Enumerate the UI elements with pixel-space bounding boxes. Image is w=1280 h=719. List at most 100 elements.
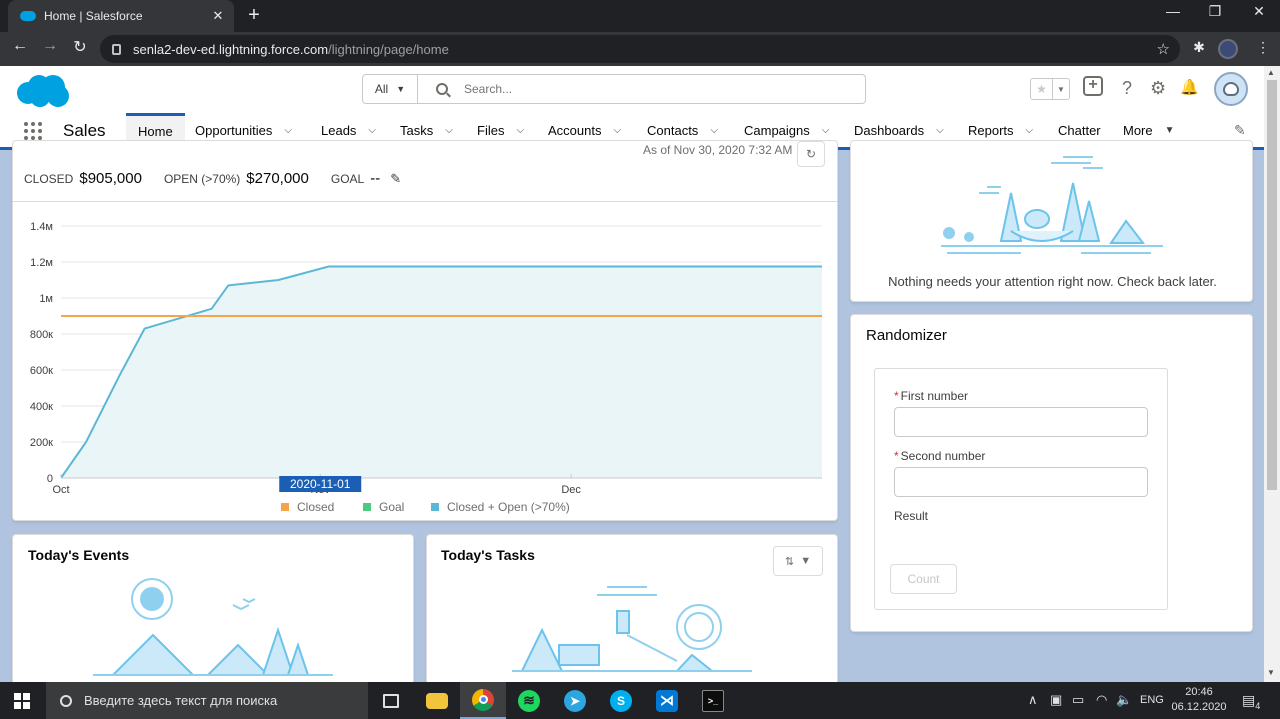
nav-item-label: Campaigns [744, 122, 810, 138]
browser-tab-bar: Home | Salesforce ✕ + — ❐ ✕ [0, 0, 1280, 32]
sort-icon: ⇅ [784, 555, 795, 568]
chevron-down-icon[interactable]: ▼ [1165, 125, 1175, 136]
windows-start-icon[interactable] [14, 693, 30, 709]
tasks-card: Today's Tasks ⇅ ▼ [426, 534, 838, 694]
chevron-down-icon[interactable]: ⌵ [1026, 125, 1034, 136]
chevron-down-icon[interactable]: ⌵ [710, 125, 718, 136]
events-title: Today's Events [28, 547, 130, 563]
window-close-button[interactable]: ✕ [1244, 3, 1274, 20]
favorites-control[interactable]: ★ ▼ [1030, 78, 1070, 100]
chevron-down-icon[interactable]: ⌵ [445, 125, 453, 136]
chevron-down-icon[interactable]: ⌵ [516, 125, 524, 136]
tray-expand-icon[interactable]: ∧ [1028, 692, 1038, 708]
nav-item-label: Leads [321, 122, 357, 138]
first-number-label-text: First number [900, 389, 969, 403]
nav-item-label: More [1123, 122, 1153, 138]
y-tick-label: 800к [30, 329, 53, 341]
bookmark-star-icon[interactable]: ☆ [1157, 40, 1170, 58]
hammock-illustration [941, 156, 1163, 254]
app-launcher-icon[interactable] [24, 122, 42, 140]
edit-nav-icon[interactable]: ✎ [1234, 122, 1246, 139]
search-scope-label: All [374, 82, 389, 96]
scroll-thumb[interactable] [1267, 80, 1277, 490]
help-icon[interactable]: ? [1122, 78, 1132, 99]
add-icon[interactable]: + [1083, 76, 1103, 96]
nav-item-label: Reports [968, 122, 1014, 138]
tab-title: Home | Salesforce [44, 9, 143, 23]
second-number-label: * Second number [894, 449, 985, 463]
new-tab-button[interactable]: + [244, 4, 264, 27]
vscode-icon[interactable]: ⋊ [644, 682, 690, 719]
notifications-icon[interactable]: ▤4 [1242, 692, 1260, 711]
browser-tab[interactable]: Home | Salesforce ✕ [8, 0, 234, 32]
chrome-icon[interactable] [460, 682, 506, 719]
beach-illustration [512, 586, 752, 672]
back-icon[interactable]: ← [8, 37, 32, 55]
camping-illustration [93, 578, 333, 676]
restore-button[interactable]: ❐ [1200, 3, 1230, 20]
required-mark: * [894, 449, 899, 463]
file-explorer-icon[interactable] [414, 682, 460, 719]
chevron-down-icon[interactable]: ⌵ [613, 125, 621, 136]
taskbar-clock[interactable]: 20:46 06.12.2020 [1166, 685, 1232, 715]
user-avatar[interactable] [1214, 72, 1248, 106]
scroll-up-icon[interactable]: ▲ [1267, 68, 1275, 77]
page-scrollbar[interactable]: ▲ ▼ [1264, 66, 1280, 682]
forward-icon[interactable]: → [38, 37, 62, 55]
chevron-down-icon[interactable]: ⌵ [284, 125, 292, 136]
nav-item-label: Opportunities [195, 122, 273, 138]
language-indicator[interactable]: ENG [1140, 694, 1164, 706]
second-number-input[interactable] [894, 467, 1148, 497]
legend-label: Goal [379, 500, 404, 514]
x-tick-label: Dec [561, 484, 581, 496]
star-icon[interactable]: ★ [1031, 79, 1053, 99]
assistant-message: Nothing needs your attention right now. … [888, 274, 1217, 289]
search-scope-select[interactable]: All ▼ [363, 75, 418, 103]
extensions-icon[interactable]: ✱ [1188, 39, 1210, 56]
performance-chart[interactable]: 1.4м1.2м1м800к600к400к200к0OctNovDec2020… [13, 141, 838, 521]
terminal-icon[interactable]: >_ [690, 682, 736, 719]
skype-icon[interactable]: S [598, 682, 644, 719]
volume-icon[interactable]: 🔈 [1116, 692, 1132, 708]
url-field[interactable]: senla2-dev-ed.lightning.force.com/lightn… [100, 35, 1180, 63]
search-input[interactable] [464, 82, 844, 96]
events-card: Today's Events [12, 534, 414, 694]
lock-icon [112, 43, 121, 55]
caret-down-icon[interactable]: ▼ [1053, 79, 1069, 99]
legend-swatch [431, 503, 439, 511]
battery-icon[interactable]: ▭ [1072, 692, 1084, 708]
bell-icon[interactable]: 🔔 [1180, 78, 1199, 96]
app-name: Sales [63, 121, 106, 140]
first-number-label: * First number [894, 389, 968, 403]
chevron-down-icon[interactable]: ⌵ [936, 125, 944, 136]
clock-date: 06.12.2020 [1171, 701, 1227, 713]
legend-swatch [281, 503, 289, 511]
x-tick-label: Oct [52, 484, 69, 496]
profile-avatar[interactable] [1218, 39, 1238, 59]
reload-icon[interactable]: ↻ [68, 37, 92, 57]
nav-item-label: Home [138, 124, 173, 139]
y-tick-label: 600к [30, 365, 53, 377]
chevron-down-icon[interactable]: ⌵ [368, 125, 376, 136]
tab-close-icon[interactable]: ✕ [208, 8, 228, 24]
salesforce-logo-icon[interactable] [14, 74, 70, 108]
gear-icon[interactable]: ⚙ [1150, 78, 1166, 99]
performance-card: As of Nov 30, 2020 7:32 AM ↻ CLOSED $905… [12, 140, 838, 521]
count-button[interactable]: Count [890, 564, 957, 594]
spotify-icon[interactable]: ≋ [506, 682, 552, 719]
meet-now-icon[interactable]: ▣ [1050, 692, 1062, 708]
y-tick-label: 400к [30, 401, 53, 413]
randomizer-title: Randomizer [866, 327, 947, 344]
chevron-down-icon[interactable]: ⌵ [822, 125, 830, 136]
browser-menu-icon[interactable]: ⋮ [1252, 39, 1274, 56]
taskbar-search[interactable]: Введите здесь текст для поиска [46, 682, 368, 719]
telegram-icon[interactable]: ➤ [552, 682, 598, 719]
scroll-down-icon[interactable]: ▼ [1267, 668, 1275, 677]
sort-tasks-button[interactable]: ⇅ ▼ [773, 546, 823, 576]
minimize-button[interactable]: — [1158, 3, 1188, 19]
second-number-label-text: Second number [900, 449, 986, 463]
first-number-input[interactable] [894, 407, 1148, 437]
caret-down-icon: ▼ [800, 555, 812, 567]
task-view-icon[interactable] [368, 682, 414, 719]
wifi-icon[interactable]: ◠ [1096, 692, 1107, 708]
